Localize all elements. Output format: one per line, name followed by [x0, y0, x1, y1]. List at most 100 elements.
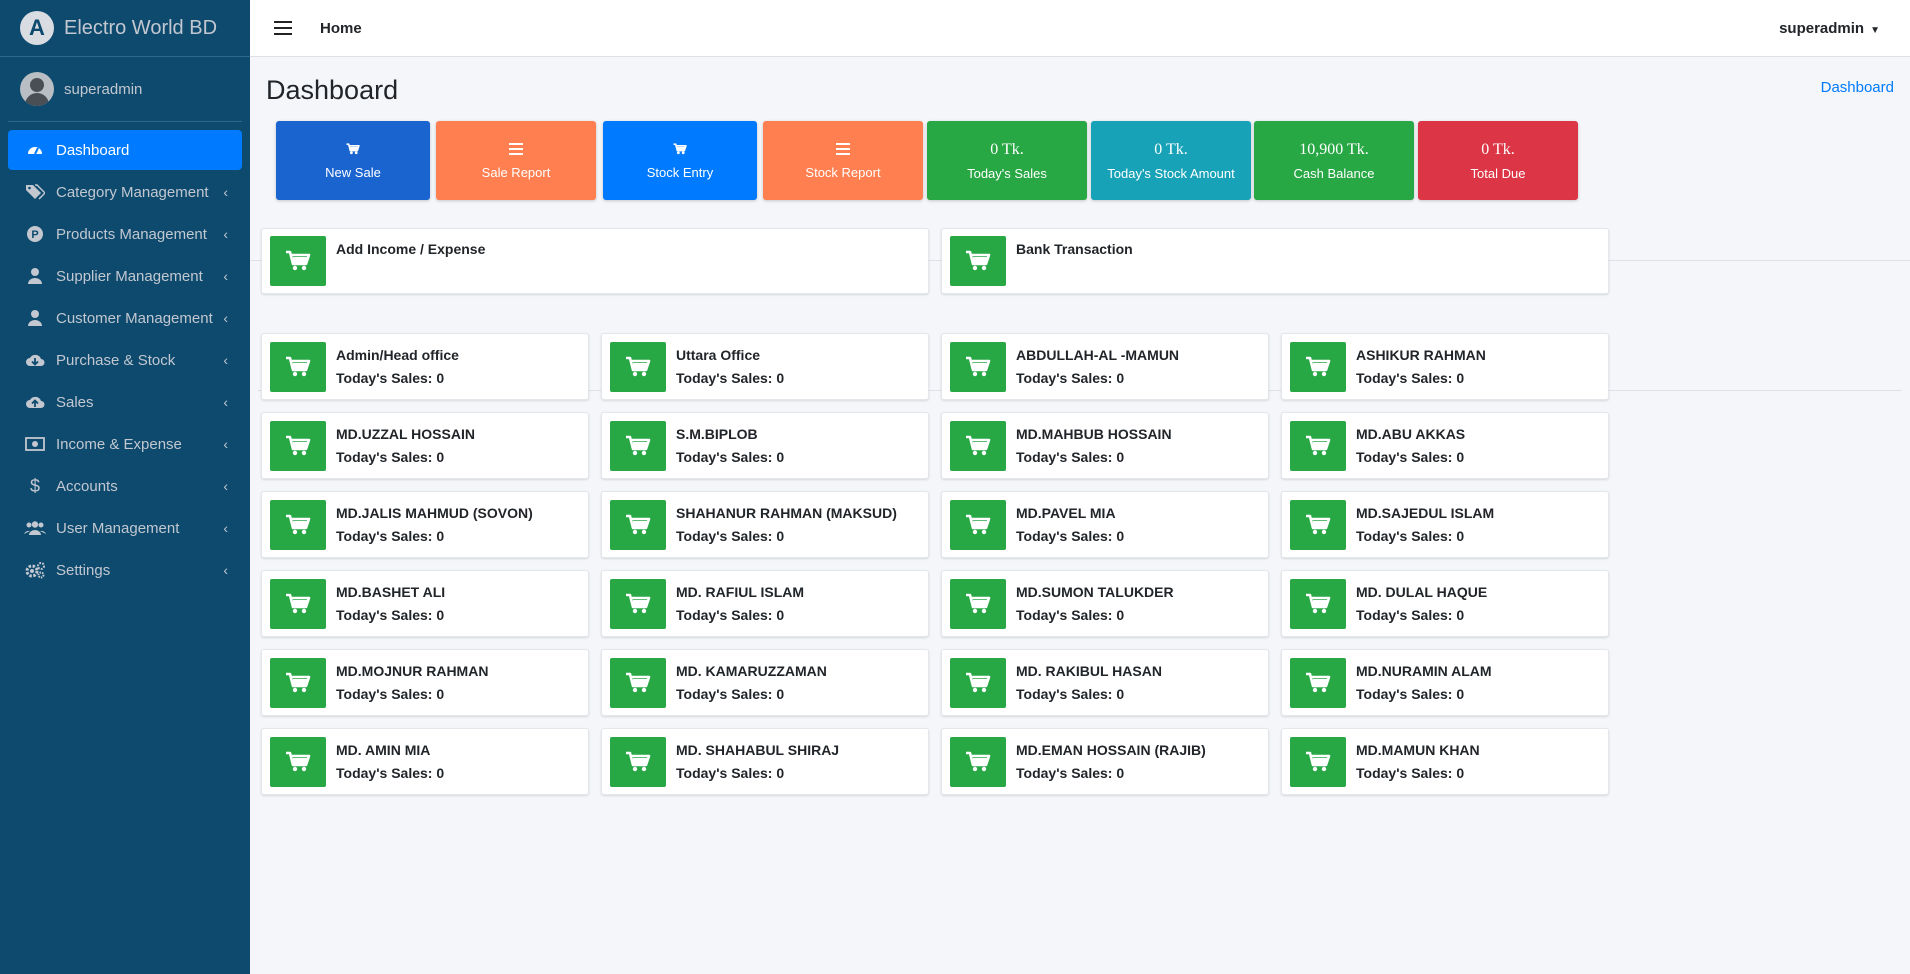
- branch-card[interactable]: Uttara Office Today's Sales: 0: [601, 333, 929, 400]
- branch-sales: Today's Sales: 0: [336, 686, 488, 702]
- sales-prefix: Today's Sales:: [676, 686, 773, 702]
- sidebar-item-user-management[interactable]: User Management ‹: [8, 508, 242, 548]
- branch-card[interactable]: MD.NURAMIN ALAM Today's Sales: 0: [1281, 649, 1609, 716]
- branch-card[interactable]: MD. RAFIUL ISLAM Today's Sales: 0: [601, 570, 929, 637]
- branch-card[interactable]: S.M.BIPLOB Today's Sales: 0: [601, 412, 929, 479]
- branch-sales: Today's Sales: 0: [1356, 370, 1486, 386]
- branch-sales: Today's Sales: 0: [1016, 607, 1174, 623]
- branch-card[interactable]: MD.BASHET ALI Today's Sales: 0: [261, 570, 589, 637]
- chevron-left-icon: ‹: [223, 352, 228, 368]
- home-link[interactable]: Home: [320, 20, 362, 37]
- chevron-left-icon: ‹: [223, 394, 228, 410]
- branch-card[interactable]: MD.EMAN HOSSAIN (RAJIB) Today's Sales: 0: [941, 728, 1269, 795]
- branch-card[interactable]: ABDULLAH-AL -MAMUN Today's Sales: 0: [941, 333, 1269, 400]
- sidebar-item-products-management[interactable]: P Products Management ‹: [8, 214, 242, 254]
- branch-sales: Today's Sales: 0: [1016, 686, 1162, 702]
- branch-card[interactable]: MD.ABU AKKAS Today's Sales: 0: [1281, 412, 1609, 479]
- product-p-icon: P: [24, 223, 46, 245]
- action-card[interactable]: Add Income / Expense: [261, 228, 929, 294]
- svg-text:$: $: [30, 476, 40, 496]
- stat-box-stock-entry[interactable]: Stock Entry: [603, 121, 757, 200]
- branch-name: MD. RAKIBUL HASAN: [1016, 663, 1162, 679]
- branch-card[interactable]: MD. KAMARUZZAMAN Today's Sales: 0: [601, 649, 929, 716]
- sidebar-item-purchase-stock[interactable]: Purchase & Stock ‹: [8, 340, 242, 380]
- sales-value: 0: [436, 449, 445, 465]
- users-icon: [24, 517, 46, 539]
- sidebar-item-accounts[interactable]: $ Accounts ‹: [8, 466, 242, 506]
- stat-value: 0 Tk.: [1481, 140, 1515, 158]
- stat-box-sale-report[interactable]: Sale Report: [436, 121, 596, 200]
- sales-prefix: Today's Sales:: [676, 449, 773, 465]
- sales-prefix: Today's Sales:: [1016, 449, 1113, 465]
- sales-prefix: Today's Sales:: [676, 765, 773, 781]
- branch-sales: Today's Sales: 0: [1356, 607, 1487, 623]
- cart-icon: [950, 737, 1006, 787]
- branch-card[interactable]: Admin/Head office Today's Sales: 0: [261, 333, 589, 400]
- sidebar-item-label: Category Management: [56, 183, 209, 201]
- sales-value: 0: [436, 370, 445, 386]
- branch-card[interactable]: MD. RAKIBUL HASAN Today's Sales: 0: [941, 649, 1269, 716]
- branch-card[interactable]: ASHIKUR RAHMAN Today's Sales: 0: [1281, 333, 1609, 400]
- stat-box-cash-balance[interactable]: 10,900 Tk. Cash Balance: [1254, 121, 1414, 200]
- cart-icon: [950, 421, 1006, 471]
- branch-name: MD.MOJNUR RAHMAN: [336, 663, 489, 679]
- stat-box-new-sale[interactable]: New Sale: [276, 121, 430, 200]
- cart-icon: [270, 500, 326, 550]
- sales-value: 0: [1456, 765, 1465, 781]
- stat-label: Today's Stock Amount: [1107, 165, 1235, 181]
- sales-prefix: Today's Sales:: [1356, 528, 1453, 544]
- branch-sales: Today's Sales: 0: [336, 370, 459, 386]
- branch-card[interactable]: MD.SAJEDUL ISLAM Today's Sales: 0: [1281, 491, 1609, 558]
- branch-card[interactable]: SHAHANUR RAHMAN (MAKSUD) Today's Sales: 0: [601, 491, 929, 558]
- stat-box-total-due[interactable]: 0 Tk. Total Due: [1418, 121, 1578, 200]
- sidebar-item-income-expense[interactable]: Income & Expense ‹: [8, 424, 242, 464]
- branch-card[interactable]: MD. DULAL HAQUE Today's Sales: 0: [1281, 570, 1609, 637]
- user-icon: [24, 307, 46, 329]
- branch-card[interactable]: MD.PAVEL MIA Today's Sales: 0: [941, 491, 1269, 558]
- action-title: Bank Transaction: [1016, 241, 1133, 257]
- sales-value: 0: [1116, 370, 1125, 386]
- branch-card[interactable]: MD.UZZAL HOSSAIN Today's Sales: 0: [261, 412, 589, 479]
- sidebar-item-customer-management[interactable]: Customer Management ‹: [8, 298, 242, 338]
- branch-name: SHAHANUR RAHMAN (MAKSUD): [676, 505, 897, 521]
- user-dropdown[interactable]: superadmin ▼: [1779, 20, 1880, 37]
- sales-prefix: Today's Sales:: [336, 765, 433, 781]
- sales-prefix: Today's Sales:: [1356, 370, 1453, 386]
- user-panel[interactable]: superadmin: [8, 57, 242, 122]
- branch-sales: Today's Sales: 0: [336, 765, 444, 781]
- cart-icon: [1290, 579, 1346, 629]
- branch-card[interactable]: MD. AMIN MIA Today's Sales: 0: [261, 728, 589, 795]
- branch-card[interactable]: MD.JALIS MAHMUD (SOVON) Today's Sales: 0: [261, 491, 589, 558]
- sidebar-item-category-management[interactable]: Category Management ‹: [8, 172, 242, 212]
- sales-value: 0: [1456, 686, 1465, 702]
- cloud-download-icon: [24, 349, 46, 371]
- branch-sales: Today's Sales: 0: [676, 370, 784, 386]
- brand-link[interactable]: A Electro World BD: [0, 0, 250, 57]
- page-title: Dashboard: [266, 75, 399, 105]
- sales-prefix: Today's Sales:: [336, 607, 433, 623]
- stat-value: 10,900 Tk.: [1299, 140, 1369, 158]
- chevron-left-icon: ‹: [223, 310, 228, 326]
- sales-prefix: Today's Sales:: [676, 528, 773, 544]
- breadcrumb[interactable]: Dashboard: [1821, 79, 1894, 96]
- sidebar-item-sales[interactable]: Sales ‹: [8, 382, 242, 422]
- branch-name: MD.PAVEL MIA: [1016, 505, 1116, 521]
- sales-prefix: Today's Sales:: [1016, 686, 1113, 702]
- branch-card[interactable]: MD.MOJNUR RAHMAN Today's Sales: 0: [261, 649, 589, 716]
- stat-box-stock-report[interactable]: Stock Report: [763, 121, 923, 200]
- sales-value: 0: [1116, 765, 1125, 781]
- branch-card[interactable]: MD.SUMON TALUKDER Today's Sales: 0: [941, 570, 1269, 637]
- sidebar-item-dashboard[interactable]: Dashboard: [8, 130, 242, 170]
- action-card[interactable]: Bank Transaction: [941, 228, 1609, 294]
- sidebar-item-supplier-management[interactable]: Supplier Management ‹: [8, 256, 242, 296]
- sales-prefix: Today's Sales:: [1016, 528, 1113, 544]
- branch-card[interactable]: MD. SHAHABUL SHIRAJ Today's Sales: 0: [601, 728, 929, 795]
- cart-icon: [610, 658, 666, 708]
- menu-toggle-icon[interactable]: [274, 21, 292, 35]
- stat-box-today-s-sales[interactable]: 0 Tk. Today's Sales: [927, 121, 1087, 200]
- branch-card[interactable]: MD.MAHBUB HOSSAIN Today's Sales: 0: [941, 412, 1269, 479]
- sidebar-item-settings[interactable]: Settings ‹: [8, 550, 242, 590]
- stat-box-today-s-stock-amount[interactable]: 0 Tk. Today's Stock Amount: [1091, 121, 1251, 200]
- branch-sales: Today's Sales: 0: [1016, 370, 1179, 386]
- branch-card[interactable]: MD.MAMUN KHAN Today's Sales: 0: [1281, 728, 1609, 795]
